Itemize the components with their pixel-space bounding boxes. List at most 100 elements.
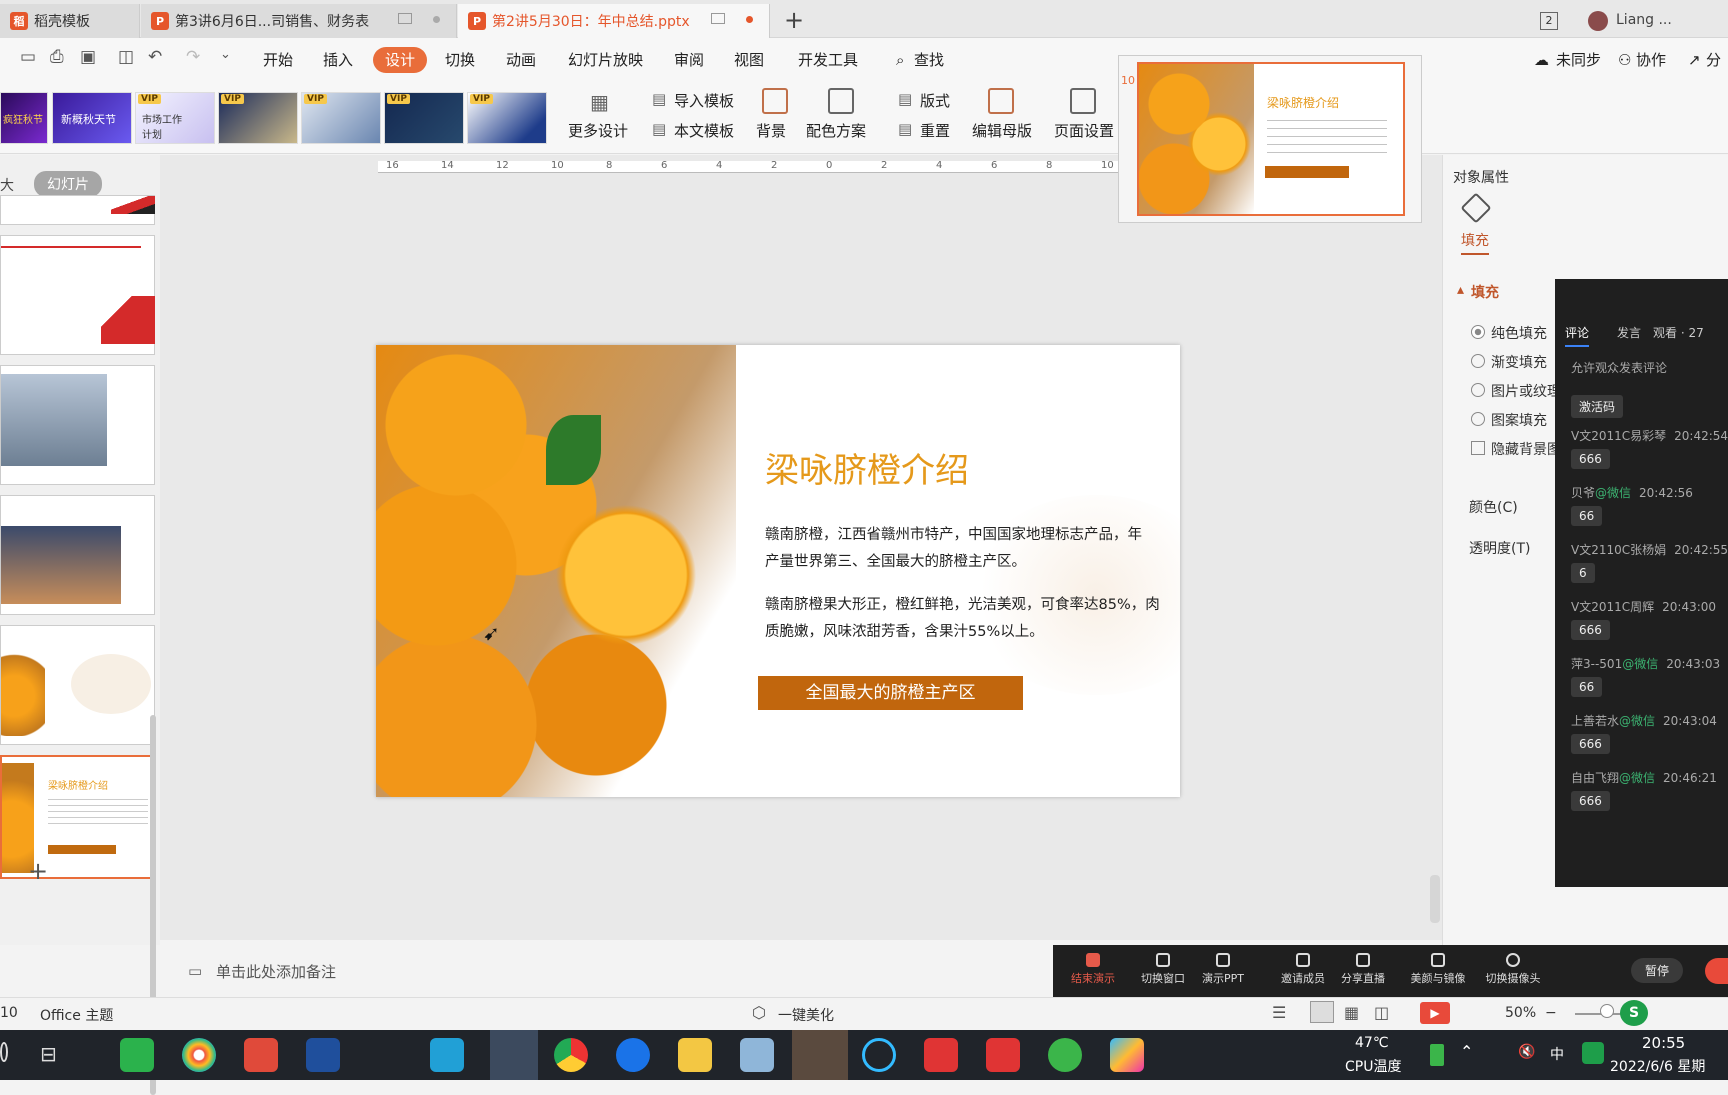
battery-icon[interactable] [1430, 1044, 1444, 1066]
tab-slides[interactable]: 幻灯片 [34, 171, 102, 197]
plus-app-icon[interactable] [1048, 1038, 1082, 1072]
puzzle-app-icon[interactable] [1110, 1038, 1144, 1072]
slide-banner[interactable]: 全国最大的脐橙主产区 [758, 676, 1023, 710]
menu-insert[interactable]: 插入 [323, 47, 353, 73]
object-properties-title[interactable]: 对象属性 [1453, 167, 1509, 187]
fill-section-header[interactable]: 填充 [1471, 282, 1499, 302]
sync-status[interactable]: 未同步 [1556, 47, 1601, 73]
wps-pdf-icon[interactable] [244, 1038, 278, 1072]
clock-time[interactable]: 20:55 [1642, 1034, 1685, 1052]
file-explorer-icon[interactable] [678, 1038, 712, 1072]
wps-writer-icon[interactable] [490, 1030, 538, 1080]
normal-view-icon[interactable] [1310, 1001, 1334, 1023]
search-app-icon[interactable] [862, 1038, 896, 1072]
user-name[interactable]: Liang ... [1616, 12, 1672, 28]
xmind-icon[interactable] [986, 1038, 1020, 1072]
slide[interactable]: 梁咏脐橙介绍 赣南脐橙，江西省赣州市特产，中国国家地理标志产品，年产量世界第三、… [376, 345, 1180, 797]
template-thumb[interactable]: 疯狂秋节 [0, 92, 48, 144]
ime-mode[interactable]: 中 [1550, 1044, 1564, 1064]
pause-button[interactable]: 暂停 [1631, 958, 1684, 983]
layout-button[interactable]: 版式 [920, 90, 950, 111]
menu-review[interactable]: 审阅 [674, 47, 704, 73]
tab-daoke[interactable]: 稻 稻壳模板 [0, 4, 140, 38]
save-icon[interactable]: ▭ [20, 47, 36, 67]
pen-tool-icon[interactable] [368, 1038, 402, 1072]
reading-view-icon[interactable]: ◫ [1374, 1003, 1389, 1022]
theme-name[interactable]: Office 主题 [40, 1005, 113, 1025]
notes-app-icon[interactable] [740, 1038, 774, 1072]
slide-paragraph-2[interactable]: 赣南脐橙果大形正，橙红鲜艳，光洁美观，可食率达85%，肉质脆嫩，风味浓甜芳香，含… [765, 592, 1165, 646]
sogou-ime-icon[interactable]: S [1620, 1000, 1648, 1026]
export-icon[interactable]: ▣ [80, 47, 96, 67]
chat-app-icon[interactable] [430, 1038, 464, 1072]
menu-start[interactable]: 开始 [263, 47, 293, 73]
slide-title[interactable]: 梁咏脐橙介绍 [765, 443, 969, 492]
switch-camera-button[interactable]: 切换摄像头 [1478, 953, 1548, 986]
grid-icon[interactable]: ▦ [590, 90, 609, 114]
menu-slideshow[interactable]: 幻灯片放映 [568, 47, 643, 73]
invite-members-button[interactable]: 邀请成员 [1273, 953, 1333, 986]
share-live-button[interactable]: 分享直播 [1333, 953, 1393, 986]
recorder-icon[interactable] [924, 1038, 958, 1072]
slide-thumb[interactable] [0, 195, 155, 225]
new-tab-plus-icon[interactable]: + [784, 6, 804, 34]
chat-tab-comments[interactable]: 评论 [1565, 324, 1590, 347]
template-thumb[interactable]: 新概秋天节 [52, 92, 132, 144]
template-thumb[interactable]: VIP [301, 92, 381, 144]
chrome-icon[interactable] [554, 1038, 588, 1072]
slide-thumb-current[interactable]: 梁咏脐橙介绍 [0, 755, 155, 879]
avatar[interactable] [1588, 11, 1608, 31]
chat-tab-viewers[interactable]: 观看 · 27 [1653, 324, 1704, 341]
slide-thumb[interactable] [0, 625, 155, 745]
audition-icon[interactable] [306, 1038, 340, 1072]
color-scheme-button[interactable]: 配色方案 [806, 120, 866, 141]
play-button[interactable]: ▶ [1420, 1002, 1450, 1024]
template-thumb[interactable]: VIP [218, 92, 298, 144]
menu-developer[interactable]: 开发工具 [798, 47, 858, 73]
page-setup-button[interactable]: 页面设置 [1054, 120, 1114, 141]
sogou-tray-icon[interactable] [1582, 1042, 1604, 1064]
allow-comments-select[interactable]: 允许观众发表评论 [1571, 359, 1667, 376]
menu-lines-icon[interactable]: ☰ [1272, 1003, 1286, 1022]
task-view-icon[interactable]: ⊟ [40, 1042, 57, 1066]
chevron-down-icon[interactable]: ⌄ [220, 47, 231, 62]
sogou-browser-icon[interactable] [616, 1038, 650, 1072]
more-design-button[interactable]: 更多设计 [568, 120, 628, 141]
search-icon[interactable]: ⌕ [896, 47, 904, 73]
text-template-button[interactable]: 本文模板 [674, 120, 734, 141]
template-thumb[interactable]: VIP [467, 92, 547, 144]
search-icon[interactable] [0, 1042, 8, 1062]
notes-placeholder[interactable]: 单击此处添加备注 [216, 961, 336, 982]
slide-thumb[interactable] [0, 365, 155, 485]
zoom-level[interactable]: 50% [1505, 1005, 1536, 1021]
fill-tab[interactable]: 填充 [1461, 230, 1489, 255]
wechat-icon[interactable] [792, 1030, 848, 1080]
camtasia-icon[interactable] [120, 1038, 154, 1072]
menu-view[interactable]: 视图 [734, 47, 764, 73]
present-ppt-button[interactable]: 演示PPT [1193, 953, 1253, 986]
one-click-beautify[interactable]: 一键美化 [778, 1005, 834, 1025]
menu-search[interactable]: 查找 [914, 47, 944, 73]
end-presentation-button[interactable]: 结束演示 [1063, 953, 1123, 986]
color-app-icon[interactable] [182, 1038, 216, 1072]
volume-mute-icon[interactable]: 🔇 [1518, 1044, 1535, 1060]
redo-icon[interactable]: ↷ [186, 47, 200, 67]
chevron-up-icon[interactable]: ⌃ [1460, 1042, 1473, 1061]
activation-code-button[interactable]: 激活码 [1571, 395, 1624, 418]
undo-icon[interactable]: ↶ [148, 47, 162, 67]
tab-lecture3[interactable]: P 第3讲6月6日...司销售、财务表 [141, 4, 457, 38]
share-button[interactable]: 分享 [1706, 47, 1728, 73]
tab-lecture2[interactable]: P 第2讲5月30日：年中总结.pptx [458, 4, 770, 38]
zoom-out-icon[interactable]: − [1545, 1005, 1557, 1021]
beauty-mirror-button[interactable]: 美颜与镜像 [1403, 953, 1473, 986]
print-icon[interactable]: ⎙ [50, 47, 64, 67]
slide-paragraph-1[interactable]: 赣南脐橙，江西省赣州市特产，中国国家地理标志产品，年产量世界第三、全国最大的脐橙… [765, 522, 1155, 576]
import-template-button[interactable]: 导入模板 [674, 90, 734, 111]
clock-date[interactable]: 2022/6/6 星期 [1610, 1056, 1705, 1076]
template-thumb[interactable]: VIP [384, 92, 464, 144]
chat-tab-speak[interactable]: 发言 [1617, 324, 1641, 341]
edit-master-button[interactable]: 编辑母版 [972, 120, 1032, 141]
window-count-badge[interactable]: 2 [1540, 12, 1558, 30]
menu-animation[interactable]: 动画 [506, 47, 536, 73]
zoom-slider-handle[interactable] [1600, 1004, 1614, 1018]
